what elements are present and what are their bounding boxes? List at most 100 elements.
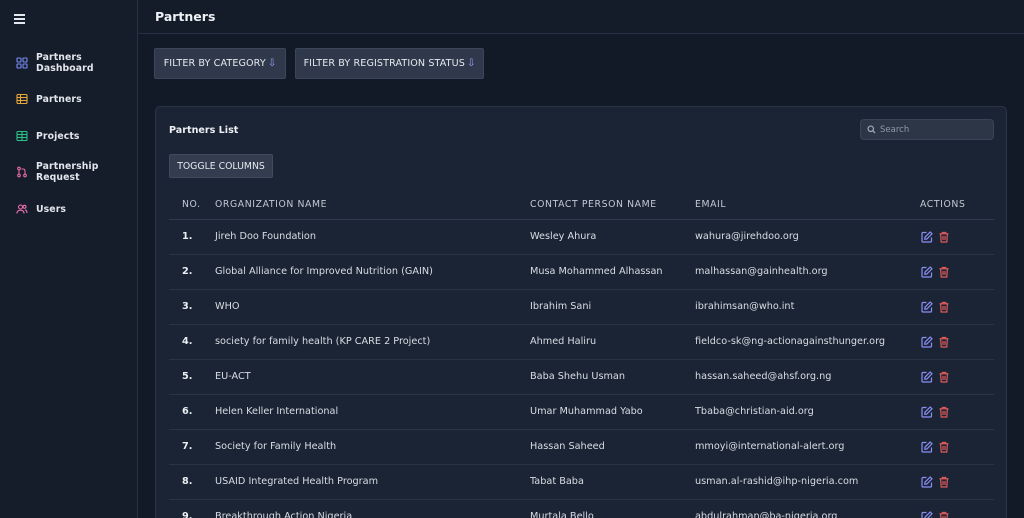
sidebar-item-users[interactable]: Users [16, 201, 66, 217]
email-cell: hassan.saheed@ahsf.org.ng [695, 359, 920, 395]
grid-icon [16, 130, 28, 142]
table-row: 6. Helen Keller International Umar Muhamma… [169, 394, 994, 430]
sidebar-item-partners-dashboard[interactable]: Partners Dashboard [16, 52, 137, 74]
actions-cell [920, 324, 994, 360]
filter-by-registration-status-button[interactable]: FILTER BY REGISTRATION STATUS ⇩ [295, 48, 484, 79]
actions-cell [920, 429, 994, 465]
top-bar: Partners [138, 0, 1024, 34]
sidebar: Partners Dashboard Partners Projects Par… [0, 0, 138, 518]
row-number: 8. [169, 464, 215, 500]
table-row: 3. WHO Ibrahim Sani ibrahimsan@who.int [169, 289, 994, 325]
users-icon [16, 203, 28, 215]
arrow-down-icon: ⇩ [466, 58, 476, 69]
column-header-no[interactable]: NO. [169, 190, 215, 220]
search-input[interactable] [880, 124, 990, 135]
delete-icon[interactable] [938, 441, 950, 453]
edit-icon[interactable] [921, 265, 933, 278]
column-header-email[interactable]: EMAIL [695, 190, 920, 220]
table-icon [16, 93, 28, 105]
card-title: Partners List [169, 125, 239, 136]
delete-icon[interactable] [938, 336, 950, 348]
delete-icon[interactable] [938, 231, 950, 243]
sidebar-item-label: Projects [36, 130, 80, 142]
contact-person-cell: Murtala Bello [530, 499, 695, 518]
edit-icon[interactable] [921, 405, 933, 418]
edit-icon[interactable] [921, 440, 933, 453]
sidebar-item-label: Users [36, 203, 67, 215]
edit-icon[interactable] [921, 300, 933, 313]
table-row: 1. Jireh Doo Foundation Wesley Ahura wahura… [169, 219, 994, 255]
organization-name-cell: EU-ACT [215, 359, 530, 395]
table-row: 9. Breakthrough Action Nigeria Murtala Bel… [169, 499, 994, 518]
table-row: 8. USAID Integrated Health Program Tabat B… [169, 464, 994, 500]
organization-name-cell: WHO [215, 289, 530, 325]
partners-list-card: Partners List TOGGLE COLUMNS NO. ORGANIZ… [155, 106, 1007, 518]
table-header-row: NO. ORGANIZATION NAME CONTACT PERSON NAM… [169, 190, 994, 220]
email-cell: fieldco-sk@ng-actionagainsthunger.org [695, 324, 920, 360]
filter-by-registration-status-label: FILTER BY REGISTRATION STATUS [303, 58, 465, 69]
row-number: 7. [169, 429, 215, 465]
actions-cell [920, 359, 994, 395]
edit-icon[interactable] [921, 475, 933, 488]
sidebar-item-label: Partners [36, 93, 82, 105]
contact-person-cell: Tabat Baba [530, 464, 695, 500]
contact-person-cell: Umar Muhammad Yabo [530, 394, 695, 430]
sidebar-item-partners[interactable]: Partners [16, 91, 82, 107]
delete-icon[interactable] [938, 406, 950, 418]
actions-cell [920, 394, 994, 430]
delete-icon[interactable] [938, 476, 950, 488]
row-number: 9. [169, 499, 215, 518]
table-row: 7. Society for Family Health Hassan Saheed… [169, 429, 994, 465]
edit-icon[interactable] [921, 335, 933, 348]
edit-icon[interactable] [921, 370, 933, 383]
menu-icon[interactable] [14, 14, 25, 24]
search-box[interactable] [860, 119, 994, 140]
row-number: 1. [169, 219, 215, 255]
filter-by-category-button[interactable]: FILTER BY CATEGORY ⇩ [154, 48, 286, 79]
edit-icon[interactable] [921, 230, 933, 243]
actions-cell [920, 464, 994, 500]
organization-name-cell: Helen Keller International [215, 394, 530, 430]
actions-cell [920, 254, 994, 290]
row-number: 4. [169, 324, 215, 360]
contact-person-cell: Hassan Saheed [530, 429, 695, 465]
delete-icon[interactable] [938, 266, 950, 278]
email-cell: malhassan@gainhealth.org [695, 254, 920, 290]
partners-table: NO. ORGANIZATION NAME CONTACT PERSON NAM… [169, 190, 994, 518]
sidebar-item-label: Partners Dashboard [36, 52, 94, 74]
sidebar-item-partnership-request[interactable]: Partnership Request [16, 161, 137, 183]
column-header-organization-name[interactable]: ORGANIZATION NAME [215, 190, 530, 220]
sidebar-item-projects[interactable]: Projects [16, 128, 80, 144]
row-number: 5. [169, 359, 215, 395]
organization-name-cell: Global Alliance for Improved Nutrition (… [215, 254, 530, 290]
organization-name-cell: Society for Family Health [215, 429, 530, 465]
delete-icon[interactable] [938, 511, 950, 518]
email-cell: wahura@jirehdoo.org [695, 219, 920, 255]
row-number: 6. [169, 394, 215, 430]
email-cell: abdulrahman@ba-nigeria.org [695, 499, 920, 518]
delete-icon[interactable] [938, 301, 950, 313]
actions-cell [920, 499, 994, 518]
toggle-columns-button[interactable]: TOGGLE COLUMNS [169, 154, 273, 178]
table-row: 2. Global Alliance for Improved Nutrition… [169, 254, 994, 290]
page-title: Partners [155, 9, 216, 24]
filter-by-category-label: FILTER BY CATEGORY [163, 58, 266, 69]
dashboard-icon [16, 57, 28, 69]
email-cell: Tbaba@christian-aid.org [695, 394, 920, 430]
search-icon [867, 125, 876, 134]
column-header-actions: ACTIONS [920, 190, 994, 220]
table-row: 4. society for family health (KP CARE 2 P… [169, 324, 994, 360]
contact-person-cell: Ahmed Haliru [530, 324, 695, 360]
sidebar-item-label: Partnership Request [36, 161, 99, 183]
organization-name-cell: Breakthrough Action Nigeria [215, 499, 530, 518]
organization-name-cell: Jireh Doo Foundation [215, 219, 530, 255]
column-header-contact-person-name[interactable]: CONTACT PERSON NAME [530, 190, 695, 220]
actions-cell [920, 289, 994, 325]
edit-icon[interactable] [921, 510, 933, 518]
row-number: 2. [169, 254, 215, 290]
email-cell: mmoyi@international-alert.org [695, 429, 920, 465]
table-row: 5. EU-ACT Baba Shehu Usman hassan.saheed@ah… [169, 359, 994, 395]
contact-person-cell: Ibrahim Sani [530, 289, 695, 325]
delete-icon[interactable] [938, 371, 950, 383]
contact-person-cell: Wesley Ahura [530, 219, 695, 255]
